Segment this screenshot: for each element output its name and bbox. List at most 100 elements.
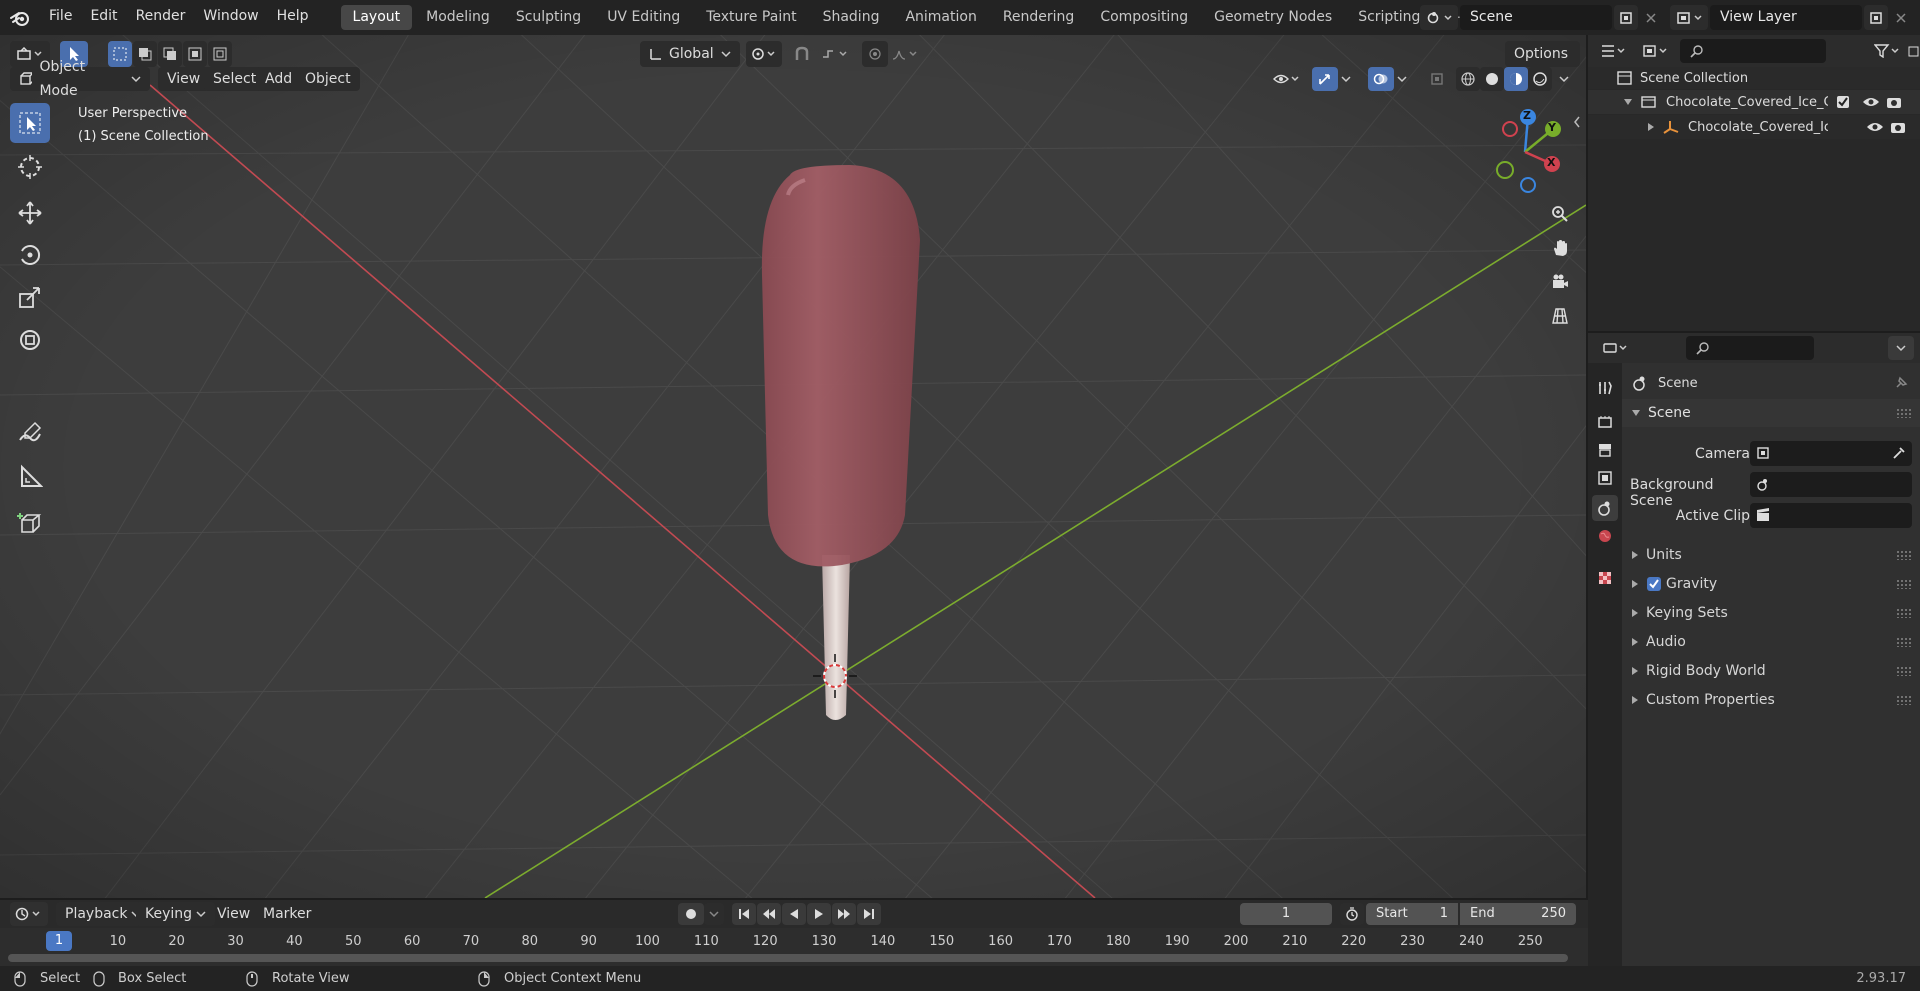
view-layer-field[interactable]: View Layer — [1710, 5, 1862, 30]
tab-sculpting[interactable]: Sculpting — [504, 5, 593, 30]
menu-add[interactable]: Add — [256, 67, 302, 91]
rigid-body-section[interactable]: Rigid Body World — [1622, 657, 1920, 685]
start-frame-field[interactable]: Start 1 — [1366, 903, 1458, 925]
blender-logo-icon[interactable] — [0, 0, 40, 35]
outliner-editor-type-icon[interactable] — [1596, 39, 1632, 63]
scene-selector-icon[interactable] — [1420, 5, 1458, 30]
play-reverse-icon[interactable] — [782, 903, 806, 925]
tab-world-icon[interactable] — [1592, 523, 1618, 549]
keying-sets-section[interactable]: Keying Sets — [1622, 599, 1920, 627]
jump-start-icon[interactable] — [732, 903, 756, 925]
tool-cursor[interactable] — [10, 147, 50, 187]
properties-editor-type-icon[interactable] — [1598, 336, 1634, 360]
new-collection-icon[interactable] — [1906, 39, 1920, 63]
active-clip-field[interactable] — [1750, 503, 1912, 528]
menu-file[interactable]: File — [40, 0, 81, 35]
shading-wireframe-icon[interactable] — [1456, 67, 1480, 91]
mode-dropdown[interactable]: Object Mode — [10, 59, 150, 99]
tab-compositing[interactable]: Compositing — [1088, 5, 1200, 30]
marker-menu[interactable]: Marker — [254, 902, 320, 926]
navigation-gizmo[interactable]: Z Y X — [1480, 105, 1570, 195]
gizmo-dropdown-icon[interactable] — [1338, 67, 1354, 91]
outliner-search-input[interactable] — [1680, 39, 1826, 63]
snap-toggle[interactable] — [788, 41, 816, 67]
units-section[interactable]: Units — [1622, 541, 1920, 569]
audio-section[interactable]: Audio — [1622, 628, 1920, 656]
select-subtract-icon[interactable] — [158, 41, 182, 67]
camera-field[interactable] — [1750, 441, 1912, 466]
tool-rotate[interactable] — [10, 235, 50, 275]
overlays-toggle-icon[interactable] — [1368, 67, 1394, 91]
scene-panel-header[interactable]: Scene — [1622, 399, 1920, 427]
zoom-view-icon[interactable] — [1544, 199, 1576, 229]
overlays-dropdown-icon[interactable] — [1394, 67, 1410, 91]
menu-window[interactable]: Window — [194, 0, 267, 35]
tab-texture-paint[interactable]: Texture Paint — [694, 5, 808, 30]
timeline-editor-type-icon[interactable] — [10, 902, 48, 926]
tool-select-box[interactable] — [10, 103, 50, 143]
jump-keyframe-forward-icon[interactable] — [832, 903, 856, 925]
visibility-dropdown[interactable] — [1268, 67, 1306, 91]
tab-geometry-nodes[interactable]: Geometry Nodes — [1202, 5, 1344, 30]
pivot-point-dropdown[interactable] — [746, 41, 782, 67]
viewport-3d[interactable]: Global Options Object Mode View Select A… — [0, 35, 1586, 898]
custom-properties-section[interactable]: Custom Properties — [1622, 686, 1920, 714]
keying-options-icon[interactable] — [704, 903, 724, 925]
outliner-row-object[interactable]: Chocolate_Covered_Ice_( — [1588, 115, 1920, 139]
tab-render-icon[interactable] — [1592, 409, 1618, 435]
pin-icon[interactable] — [1890, 373, 1912, 393]
menu-help[interactable]: Help — [268, 0, 318, 35]
tool-add-cube[interactable] — [10, 503, 50, 543]
tab-animation[interactable]: Animation — [893, 5, 988, 30]
properties-options-icon[interactable] — [1888, 336, 1914, 360]
gizmo-toggle-icon[interactable] — [1312, 67, 1338, 91]
delete-view-layer-icon[interactable] — [1890, 5, 1912, 30]
select-invert-icon[interactable] — [183, 41, 207, 67]
auto-keying-icon[interactable] — [678, 903, 704, 925]
xray-toggle-icon[interactable] — [1424, 67, 1450, 91]
ortho-toggle-icon[interactable] — [1544, 301, 1576, 331]
tab-layout[interactable]: Layout — [340, 5, 413, 30]
timeline-view-menu[interactable]: View — [208, 902, 259, 926]
gravity-section[interactable]: Gravity — [1622, 570, 1920, 598]
tool-annotate[interactable] — [10, 413, 50, 453]
shading-dropdown-icon[interactable] — [1554, 67, 1574, 91]
outliner-row-collection[interactable]: Chocolate_Covered_Ice_Crea — [1588, 90, 1920, 114]
new-view-layer-icon[interactable] — [1864, 5, 1888, 30]
frame-ruler[interactable]: 1 10 20 30 40 50 60 70 80 90 100 110 120 130 140 150 16… — [0, 928, 1588, 966]
pan-view-icon[interactable] — [1544, 233, 1576, 263]
menu-render[interactable]: Render — [127, 0, 195, 35]
properties-search-input[interactable] — [1686, 336, 1814, 360]
display-mode-icon[interactable] — [1638, 39, 1674, 63]
tab-rendering[interactable]: Rendering — [991, 5, 1087, 30]
tab-tool-icon[interactable] — [1592, 375, 1618, 401]
tab-texture-icon[interactable] — [1592, 565, 1618, 591]
transform-orientation-dropdown[interactable]: Global — [640, 41, 740, 67]
tab-scene-icon[interactable] — [1592, 495, 1618, 521]
timeline-scrollbar[interactable] — [8, 954, 1568, 962]
current-frame-field[interactable]: 1 — [1240, 903, 1332, 925]
tab-view-layer-icon[interactable] — [1592, 465, 1618, 491]
keying-menu[interactable]: Keying — [136, 902, 216, 926]
menu-object[interactable]: Object — [296, 67, 360, 91]
outliner-row-scene-collection[interactable]: Scene Collection — [1588, 67, 1920, 89]
proportional-edit-toggle[interactable] — [862, 41, 888, 67]
tab-uv-editing[interactable]: UV Editing — [595, 5, 692, 30]
shading-material-icon[interactable] — [1504, 67, 1528, 91]
tool-move[interactable] — [10, 193, 50, 233]
new-scene-icon[interactable] — [1614, 5, 1638, 30]
proportional-falloff-dropdown[interactable] — [888, 41, 924, 67]
tool-transform[interactable] — [10, 320, 50, 360]
tab-modeling[interactable]: Modeling — [414, 5, 502, 30]
options-dropdown[interactable]: Options — [1505, 41, 1580, 67]
tool-measure[interactable] — [10, 457, 50, 497]
end-frame-field[interactable]: End 250 — [1460, 903, 1576, 925]
background-scene-field[interactable] — [1750, 472, 1912, 497]
sidebar-toggle-icon[interactable] — [1572, 115, 1582, 129]
select-intersect-icon[interactable] — [208, 41, 232, 67]
shading-solid-icon[interactable] — [1480, 67, 1504, 91]
shading-rendered-icon[interactable] — [1528, 67, 1552, 91]
scene-name-field[interactable]: Scene — [1460, 5, 1612, 30]
select-extend-icon[interactable] — [133, 41, 157, 67]
tab-shading[interactable]: Shading — [811, 5, 892, 30]
